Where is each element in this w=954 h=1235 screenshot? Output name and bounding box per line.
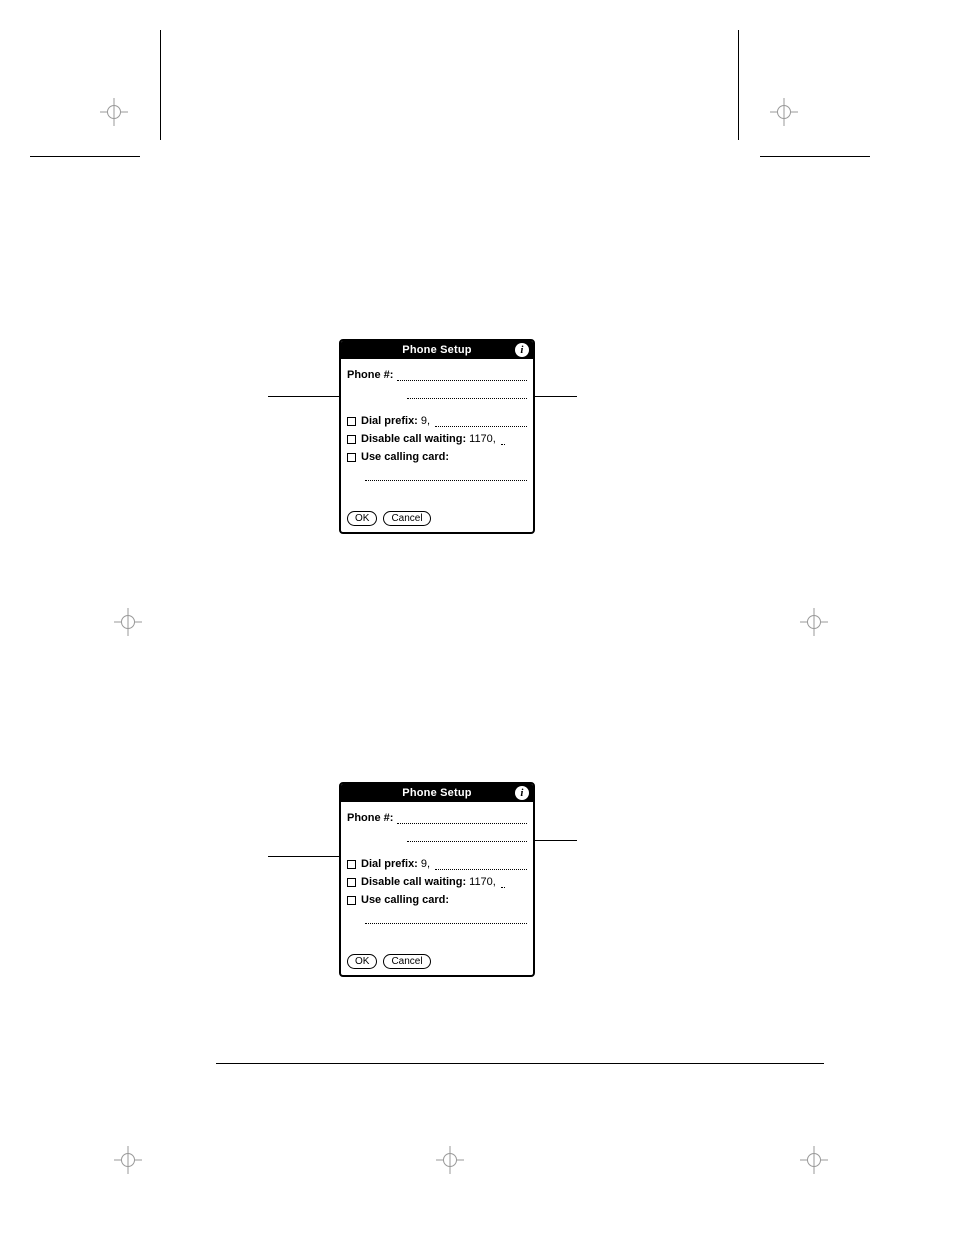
trim-line <box>738 30 739 140</box>
calling-card-input[interactable] <box>365 471 527 481</box>
disable-call-waiting-row: Disable call waiting: 1170, <box>347 872 527 888</box>
dial-prefix-input[interactable] <box>435 417 527 427</box>
calling-card-row: Use calling card: <box>347 890 527 906</box>
calling-card-input[interactable] <box>365 914 527 924</box>
ok-button[interactable]: OK <box>347 954 377 969</box>
page-rule <box>216 1063 824 1064</box>
cancel-button[interactable]: Cancel <box>383 511 430 526</box>
calling-card-row: Use calling card: <box>347 447 527 463</box>
calling-card-label: Use calling card: <box>361 451 449 463</box>
dial-prefix-row: Dial prefix: 9, <box>347 854 527 870</box>
dialog-title: Phone Setup <box>402 344 471 356</box>
disable-call-waiting-input[interactable] <box>501 435 505 445</box>
dialog-body: Phone #: Dial prefix: 9, Disable call wa… <box>341 359 533 489</box>
calling-card-checkbox[interactable] <box>347 453 356 462</box>
trim-line <box>30 156 140 157</box>
disable-call-waiting-row: Disable call waiting: 1170, <box>347 429 527 445</box>
callout-line <box>535 840 577 841</box>
phone-number-input[interactable] <box>397 814 527 824</box>
calling-card-label: Use calling card: <box>361 894 449 906</box>
phone-number-input-2[interactable] <box>407 389 527 399</box>
registration-mark <box>114 608 142 636</box>
phone-number-input[interactable] <box>397 371 527 381</box>
callout-line <box>268 856 347 857</box>
disable-call-waiting-label: Disable call waiting: <box>361 876 466 888</box>
dial-prefix-checkbox[interactable] <box>347 860 356 869</box>
trim-line <box>760 156 870 157</box>
callout-line <box>535 396 577 397</box>
dial-prefix-row: Dial prefix: 9, <box>347 411 527 427</box>
phone-number-label: Phone #: <box>347 812 393 824</box>
disable-call-waiting-value: 1170, <box>466 433 497 445</box>
disable-call-waiting-checkbox[interactable] <box>347 878 356 887</box>
dialog-body: Phone #: Dial prefix: 9, Disable call wa… <box>341 802 533 932</box>
dial-prefix-label: Dial prefix: <box>361 858 418 870</box>
button-bar: OK Cancel <box>341 489 533 532</box>
dialog-titlebar: Phone Setup i <box>341 784 533 802</box>
registration-mark <box>114 1146 142 1174</box>
info-icon[interactable]: i <box>515 343 529 357</box>
button-bar: OK Cancel <box>341 932 533 975</box>
phone-number-row: Phone #: <box>347 808 527 824</box>
calling-card-input-row <box>347 908 527 924</box>
dialog-title: Phone Setup <box>402 787 471 799</box>
phone-number-row: Phone #: <box>347 365 527 381</box>
phone-setup-dialog: Phone Setup i Phone #: Dial prefix: 9, D… <box>339 782 535 977</box>
phone-number-input-2[interactable] <box>407 832 527 842</box>
calling-card-input-row <box>347 465 527 481</box>
registration-mark <box>436 1146 464 1174</box>
callout-line <box>268 396 347 397</box>
disable-call-waiting-checkbox[interactable] <box>347 435 356 444</box>
disable-call-waiting-value: 1170, <box>466 876 497 888</box>
phone-number-row-2 <box>347 383 527 399</box>
registration-mark <box>800 1146 828 1174</box>
phone-setup-dialog: Phone Setup i Phone #: Dial prefix: 9, D… <box>339 339 535 534</box>
calling-card-checkbox[interactable] <box>347 896 356 905</box>
dial-prefix-label: Dial prefix: <box>361 415 418 427</box>
cancel-button[interactable]: Cancel <box>383 954 430 969</box>
phone-number-row-2 <box>347 826 527 842</box>
phone-number-label: Phone #: <box>347 369 393 381</box>
disable-call-waiting-input[interactable] <box>501 878 505 888</box>
disable-call-waiting-label: Disable call waiting: <box>361 433 466 445</box>
registration-mark <box>770 98 798 126</box>
dial-prefix-value: 9, <box>418 415 431 427</box>
dialog-titlebar: Phone Setup i <box>341 341 533 359</box>
registration-mark <box>800 608 828 636</box>
dial-prefix-value: 9, <box>418 858 431 870</box>
info-icon[interactable]: i <box>515 786 529 800</box>
dial-prefix-input[interactable] <box>435 860 527 870</box>
trim-line <box>160 30 161 140</box>
ok-button[interactable]: OK <box>347 511 377 526</box>
dial-prefix-checkbox[interactable] <box>347 417 356 426</box>
registration-mark <box>100 98 128 126</box>
